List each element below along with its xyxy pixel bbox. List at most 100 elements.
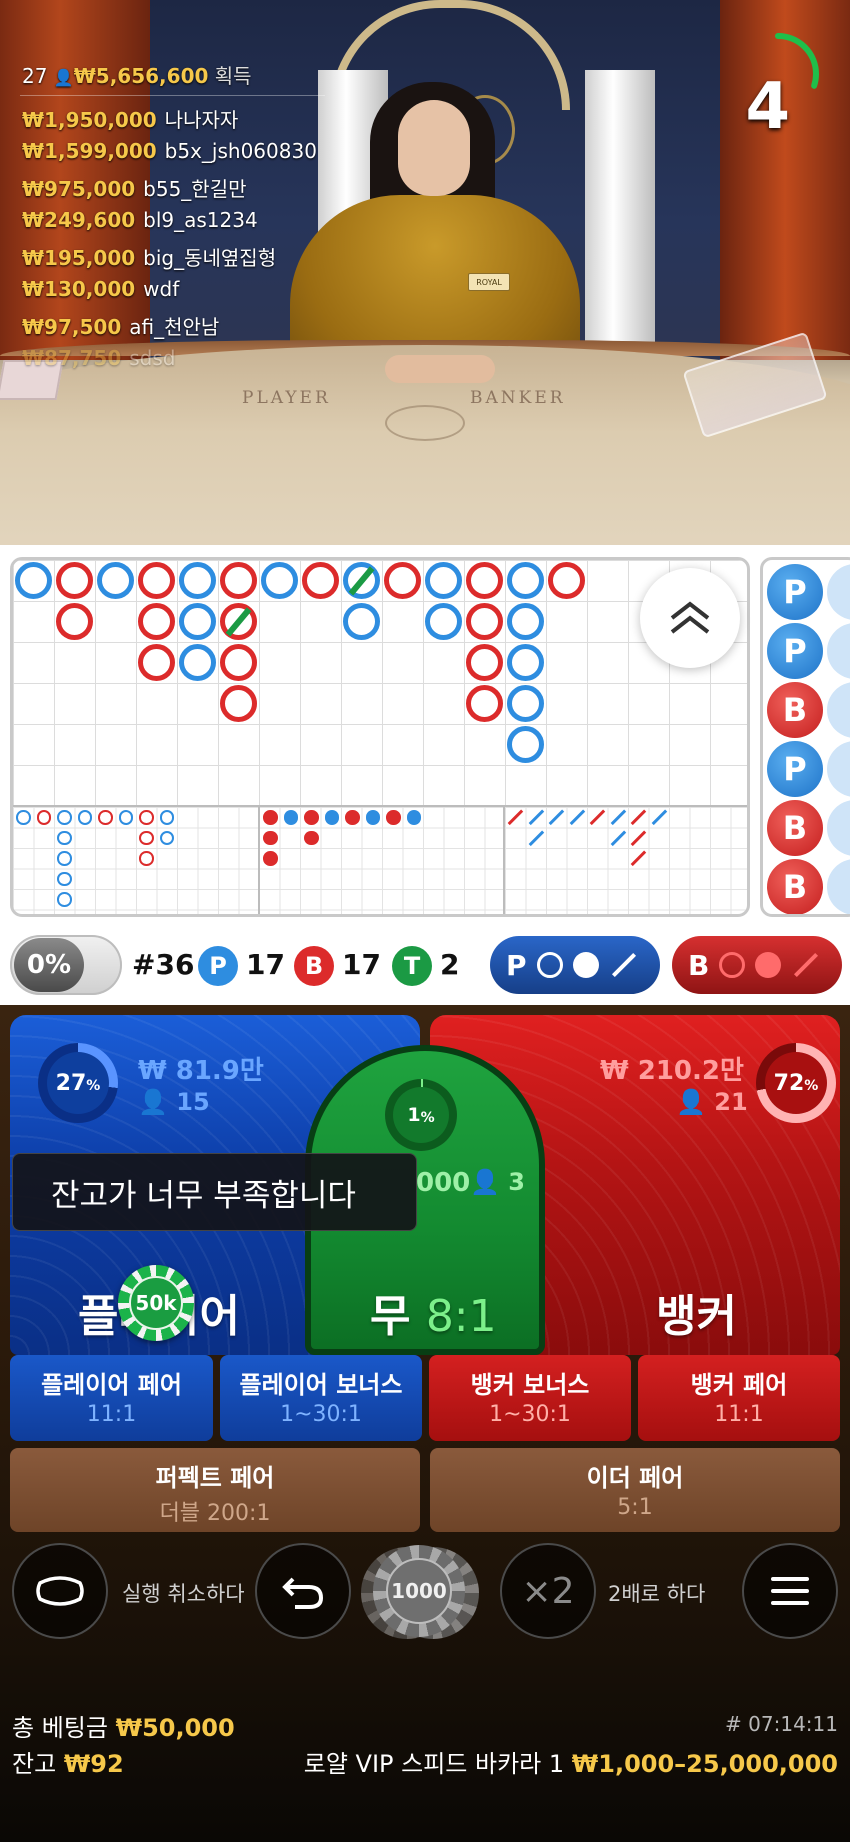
winners-total: ₩5,656,600 <box>73 64 209 88</box>
placed-chip-value: 50k <box>129 1276 183 1330</box>
banker-result-mark <box>220 644 257 681</box>
banker-result-mark <box>138 562 175 599</box>
table-name: 로얄 VIP 스피드 바카라 1 <box>303 1750 565 1778</box>
perfect-pair-bet[interactable]: 퍼펙트 페어 더블 200:1 <box>10 1448 420 1532</box>
big-eye-mark <box>98 810 113 825</box>
banker-bet-title: 뱅커 <box>656 1291 737 1342</box>
player-result-mark <box>179 644 216 681</box>
bead-banker: B <box>767 859 823 914</box>
player-result-mark <box>425 603 462 640</box>
big-eye-mark <box>57 830 72 845</box>
tie-percent: 1 <box>407 1104 421 1126</box>
small-road-mark <box>386 810 401 825</box>
dealer-hands <box>385 355 495 383</box>
predict-player-label: P <box>506 948 527 982</box>
big-eye-mark <box>139 810 154 825</box>
player-result-mark <box>343 603 380 640</box>
side-bet-title: 뱅커 보너스 <box>470 1371 590 1399</box>
side-bet-odds: 1~30:1 <box>280 1402 362 1427</box>
undo-icon <box>282 1577 324 1609</box>
tie-bet-percentage-gauge: 1% <box>385 1079 457 1151</box>
player-prediction-button[interactable]: P <box>490 936 660 994</box>
big-eye-mark <box>57 871 72 886</box>
banker-result-mark <box>466 685 503 722</box>
either-pair-bet[interactable]: 이더 페어 5:1 <box>430 1448 840 1532</box>
banker-result-mark <box>466 603 503 640</box>
player-total-amount: ₩ 81.9만 <box>138 1056 264 1086</box>
big-eye-mark <box>57 810 72 825</box>
countdown-number: 4 <box>745 70 790 144</box>
banker-result-mark <box>466 562 503 599</box>
bead-player: P <box>767 564 823 620</box>
cockroach-slash-icon <box>611 952 636 978</box>
winner-name: b5x_jsh060830 <box>164 138 317 163</box>
small-road-dot-icon <box>755 952 782 978</box>
bead-next-column <box>827 741 850 797</box>
big-eye-mark <box>57 851 72 866</box>
side-bet-title: 이더 페어 <box>586 1464 684 1492</box>
table-view-button[interactable] <box>12 1543 108 1639</box>
small-road-mark <box>345 810 360 825</box>
banker-result-mark <box>302 562 339 599</box>
side-bet-title: 플레이어 페어 <box>41 1371 182 1399</box>
bead-road[interactable]: PPBPBB <box>760 557 850 917</box>
chip-selector[interactable]: 1000 <box>361 1543 483 1639</box>
small-road-mark <box>365 810 380 825</box>
big-eye-mark <box>159 810 174 825</box>
player-bet-percentage-gauge: 27% <box>38 1043 118 1123</box>
total-bet-label: 총 베팅금 <box>12 1714 108 1742</box>
winner-name: big_동네옆집형 <box>143 246 277 270</box>
side-bet-title: 뱅커 페어 <box>690 1371 788 1399</box>
bead-player: P <box>767 623 823 679</box>
player-bettor-number: 15 <box>176 1088 210 1116</box>
tie-bettor-count: 👤 3 <box>470 1168 525 1196</box>
big-eye-mark <box>139 851 154 866</box>
live-video-stream: ROYAL PLAYER BANKER 27 👤₩5,656,600 획득 ₩1… <box>0 0 850 545</box>
banker-result-mark <box>466 644 503 681</box>
small-road-mark <box>304 810 319 825</box>
dealer-name-badge: ROYAL <box>468 273 510 291</box>
banker-prediction-button[interactable]: B <box>672 936 842 994</box>
banker-result-mark <box>56 603 93 640</box>
percent-sign: % <box>86 1078 101 1094</box>
total-bet-amount: ₩50,000 <box>115 1714 235 1742</box>
big-eye-mark <box>77 810 92 825</box>
person-icon: 👤 <box>676 1088 715 1116</box>
winners-count: 27 <box>22 64 48 88</box>
small-road-mark <box>283 810 298 825</box>
bead-banker: B <box>767 682 823 738</box>
dealer-face <box>398 100 470 196</box>
player-bonus-bet[interactable]: 플레이어 보너스 1~30:1 <box>220 1355 422 1441</box>
player-result-mark <box>179 562 216 599</box>
banker-bonus-bet[interactable]: 뱅커 보너스 1~30:1 <box>429 1355 631 1441</box>
double-button[interactable]: ×2 <box>500 1543 596 1639</box>
bead-player: P <box>767 741 823 797</box>
winner-name: bl9_as1234 <box>143 207 258 232</box>
studio-pillar-right <box>585 70 655 370</box>
expand-roads-button[interactable] <box>640 568 740 668</box>
bead-next-column <box>827 682 850 738</box>
table-logo <box>385 405 465 441</box>
cockroach-slash-icon <box>794 952 819 978</box>
tie-odds: 8:1 <box>425 1291 497 1342</box>
small-road-mark <box>263 851 278 866</box>
table-player-label: PLAYER <box>242 388 331 408</box>
player-result-mark <box>507 685 544 722</box>
banker-percent: 72 <box>773 1070 805 1096</box>
placed-chip[interactable]: 50k <box>118 1265 194 1341</box>
balance-label: 잔고 <box>12 1750 57 1778</box>
side-bet-odds: 더블 200:1 <box>159 1501 271 1526</box>
player-count-icon: P <box>198 946 238 986</box>
banker-pair-bet[interactable]: 뱅커 페어 11:1 <box>638 1355 840 1441</box>
derived-road-divider <box>258 805 260 914</box>
scoreboard-roads[interactable] <box>10 557 750 917</box>
player-pair-bet[interactable]: 플레이어 페어 11:1 <box>10 1355 213 1441</box>
bead-next-column <box>827 623 850 679</box>
winners-label: 획득 <box>214 64 252 88</box>
bead-banker: B <box>767 800 823 856</box>
side-bet-odds: 1~30:1 <box>489 1402 571 1427</box>
menu-button[interactable] <box>742 1543 838 1639</box>
predict-banker-label: B <box>688 948 710 982</box>
undo-button[interactable] <box>255 1543 351 1639</box>
percent-sign: % <box>420 1110 435 1126</box>
